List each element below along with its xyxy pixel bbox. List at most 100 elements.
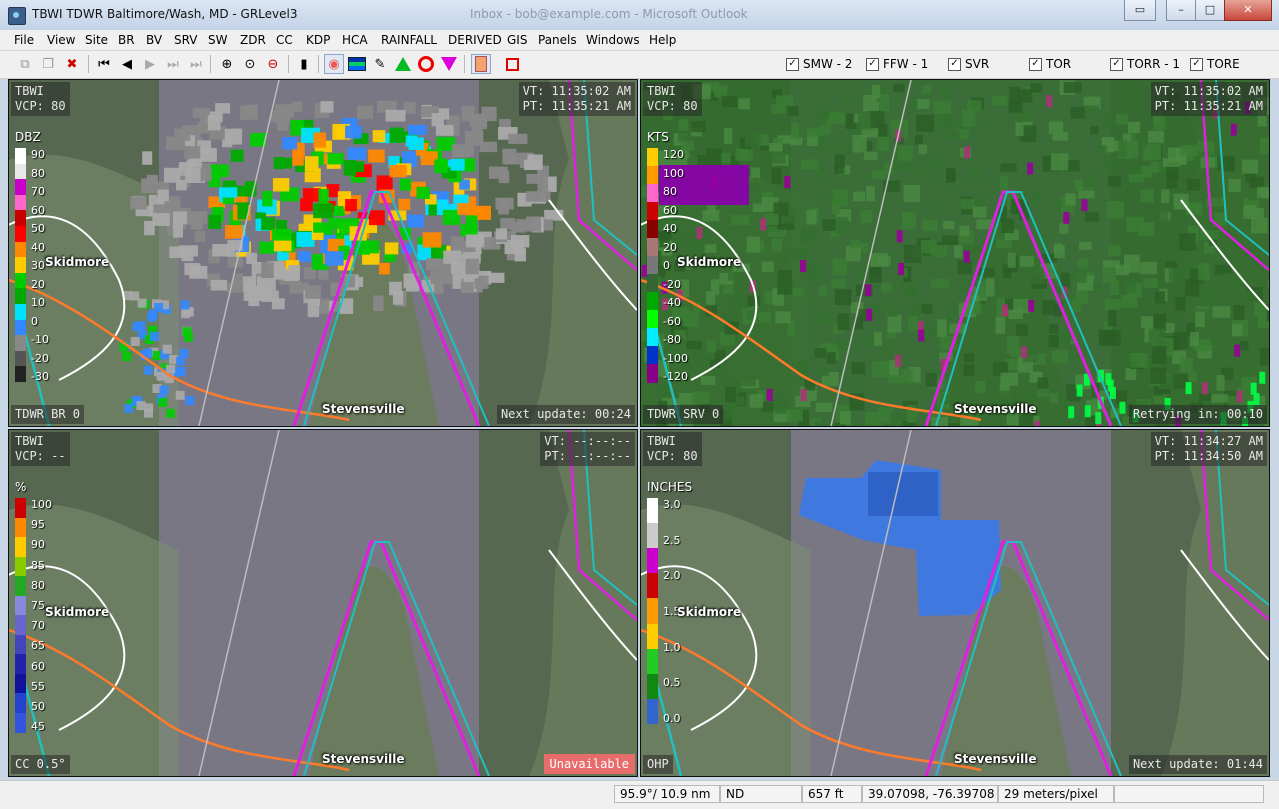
menu-panels[interactable]: Panels [538, 33, 577, 47]
zoom-in-icon[interactable]: ⊕ [217, 54, 237, 74]
radar-gate [166, 409, 175, 418]
close-button[interactable]: ✕ [1224, 0, 1272, 21]
legend-color-swatch [15, 713, 26, 733]
grlevel3-app-icon[interactable] [8, 7, 26, 25]
triangle-marker-icon[interactable] [393, 54, 413, 74]
radar-gate [500, 218, 515, 229]
menu-kdp[interactable]: KDP [306, 33, 330, 47]
radar-gate [897, 230, 903, 242]
radar-gate [466, 215, 477, 228]
storm-tracks-icon[interactable] [347, 54, 367, 74]
radar-gate [408, 137, 424, 150]
warning-toggle-torr[interactable]: ✓TORR - 1 [1110, 57, 1180, 71]
menu-gis[interactable]: GIS [507, 33, 527, 47]
radar-gate [163, 345, 172, 354]
radar-gate [1019, 415, 1034, 426]
checkbox-icon[interactable]: ✓ [1110, 58, 1123, 71]
radar-gate [197, 148, 216, 162]
radar-gate [1049, 324, 1058, 334]
menu-view[interactable]: View [47, 33, 75, 47]
record-icon[interactable] [502, 54, 522, 74]
checkbox-icon[interactable]: ✓ [1190, 58, 1203, 71]
menu-derived[interactable]: DERIVED [448, 33, 502, 47]
placefile-icon[interactable] [471, 54, 491, 74]
warning-toggle-ffw[interactable]: ✓FFW - 1 [866, 57, 928, 71]
maximize-button[interactable]: □ [1195, 0, 1225, 21]
radar-gate [407, 215, 424, 228]
legend-label: 80 [663, 185, 677, 198]
checkbox-icon[interactable]: ✓ [1029, 58, 1042, 71]
warning-toggle-tor[interactable]: ✓TOR [1029, 57, 1071, 71]
radar-gate [313, 222, 328, 232]
legend-color-swatch [15, 615, 26, 635]
radar-gate [187, 211, 201, 224]
legend-label: -60 [663, 315, 681, 328]
menu-br[interactable]: BR [118, 33, 135, 47]
restore-icon[interactable]: ▭ [1124, 0, 1156, 21]
paste-icon[interactable]: ❐ [38, 54, 58, 74]
menu-bv[interactable]: BV [146, 33, 162, 47]
radar-gate [131, 337, 140, 346]
radar-gate [1049, 393, 1058, 403]
radar-panel-reflectivity[interactable]: TBWI VCP: 80VT: 11:35:02 AM PT: 11:35:21… [8, 79, 638, 427]
checkbox-icon[interactable]: ✓ [866, 58, 879, 71]
radar-gate [902, 282, 916, 296]
next-frame-icon[interactable]: ⏭ [163, 54, 183, 74]
place-label-skidmore: Skidmore [677, 255, 741, 269]
checkbox-icon[interactable]: ✓ [948, 58, 961, 71]
radar-gate [1054, 243, 1063, 253]
site-select-icon[interactable]: ✖ [62, 54, 82, 74]
menu-cc[interactable]: CC [276, 33, 293, 47]
copy-icon[interactable]: ⧉ [15, 54, 35, 74]
zoom-reset-icon[interactable]: ⊙ [240, 54, 260, 74]
inverted-triangle-icon[interactable] [439, 54, 459, 74]
radar-gate [150, 332, 159, 341]
zoom-out-icon[interactable]: ⊖ [263, 54, 283, 74]
warning-toggle-svr[interactable]: ✓SVR [948, 57, 989, 71]
radar-gate [888, 375, 903, 384]
stop-icon[interactable]: ▮ [294, 54, 314, 74]
radar-gate [334, 205, 345, 216]
menu-site[interactable]: Site [85, 33, 108, 47]
radar-gate [348, 147, 367, 159]
radar-panel-one-hour-precip[interactable]: TBWI VCP: 80VT: 11:34:27 AM PT: 11:34:50… [640, 429, 1270, 777]
menu-srv[interactable]: SRV [174, 33, 198, 47]
radar-gate [865, 412, 882, 426]
radar-panel-storm-relative-velocity[interactable]: TBWI VCP: 80VT: 11:35:02 AM PT: 11:35:21… [640, 79, 1270, 427]
warning-toggle-smw[interactable]: ✓SMW - 2 [786, 57, 852, 71]
circle-marker-icon[interactable] [416, 54, 436, 74]
last-frame-icon[interactable]: ⏭ [186, 54, 206, 74]
legend-color-swatch [647, 202, 658, 221]
pin-icon[interactable]: ✎ [370, 54, 390, 74]
legend-color-swatch [647, 573, 658, 599]
radar-gate [1000, 373, 1018, 386]
radar-gate [932, 203, 943, 214]
legend-label: 90 [31, 148, 45, 161]
radar-gate [215, 103, 230, 113]
warning-toggle-tore[interactable]: ✓TORE [1190, 57, 1240, 71]
radar-gate [1046, 95, 1052, 107]
minimize-button[interactable]: – [1166, 0, 1196, 21]
menu-windows[interactable]: Windows [586, 33, 640, 47]
color-table-icon[interactable]: ◉ [324, 54, 344, 74]
radar-gate [1106, 201, 1124, 219]
radar-gate [945, 118, 963, 128]
radar-gate [208, 215, 221, 229]
radar-gate [261, 262, 274, 278]
menu-rainfall[interactable]: RAINFALL [381, 33, 437, 47]
previous-frame-icon[interactable]: ◀ [117, 54, 137, 74]
play-icon[interactable]: ▶ [140, 54, 160, 74]
radar-panel-correlation-coefficient[interactable]: TBWI VCP: --VT: --:--:-- PT: --:--:--%10… [8, 429, 638, 777]
menu-help[interactable]: Help [649, 33, 676, 47]
menu-sw[interactable]: SW [208, 33, 227, 47]
radar-gate [1064, 82, 1082, 93]
legend-color-swatch [647, 166, 658, 185]
radar-gate [318, 189, 328, 204]
menu-hca[interactable]: HCA [342, 33, 368, 47]
first-frame-icon[interactable]: ⏮ [94, 54, 114, 74]
legend-color-swatch [647, 548, 658, 574]
checkbox-icon[interactable]: ✓ [786, 58, 799, 71]
menu-file[interactable]: File [14, 33, 34, 47]
legend-color-swatch [647, 292, 658, 311]
menu-zdr[interactable]: ZDR [240, 33, 266, 47]
